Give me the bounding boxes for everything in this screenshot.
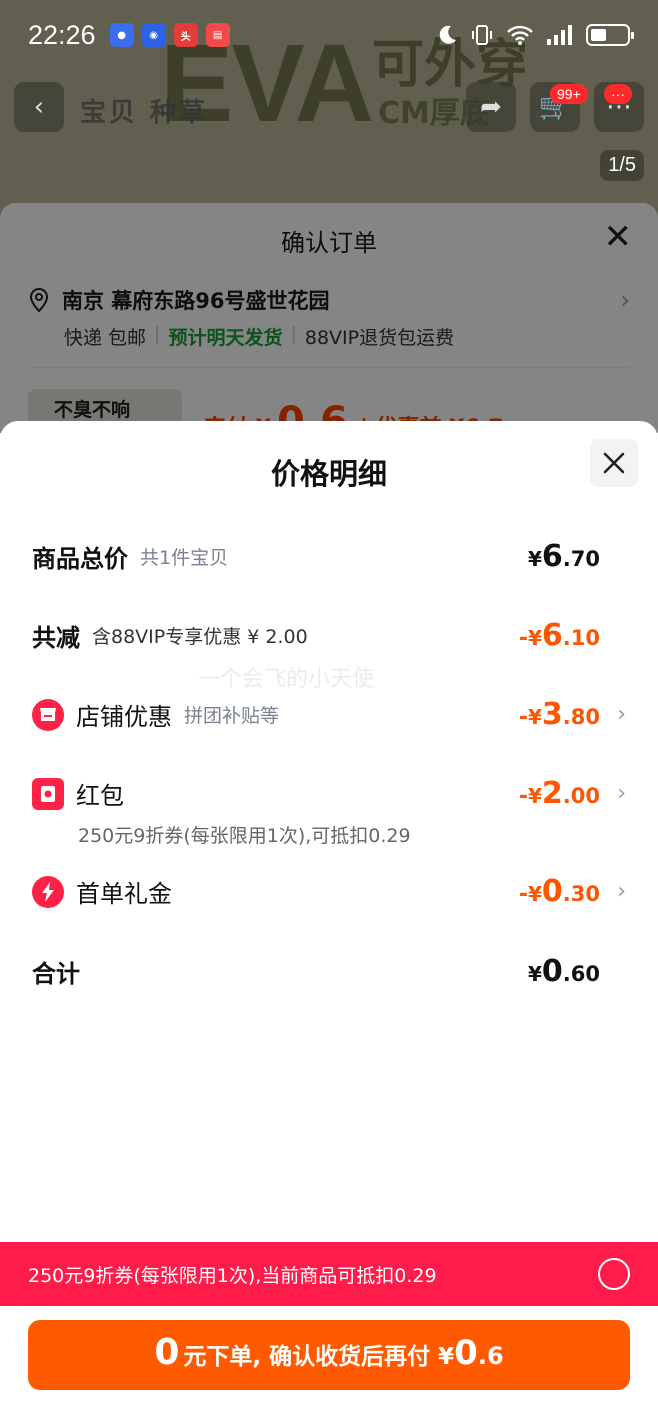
battery-icon <box>586 24 634 46</box>
chevron-left-icon: ‹ <box>33 92 45 122</box>
cta-amount: 0 <box>454 1333 478 1373</box>
image-pager: 1/5 <box>600 150 644 181</box>
chevron-right-icon: › <box>617 702 626 727</box>
vibrate-icon <box>472 25 492 45</box>
cart-badge: 99+ <box>550 84 588 104</box>
close-icon <box>603 452 625 474</box>
status-bar: 22:26 ● ◉ 头 ▤ <box>0 0 658 70</box>
cta-decimal: .6 <box>477 1342 504 1370</box>
signal-icon <box>547 25 572 45</box>
red-packet-note: 250元9折券(每张限用1次),可抵扣0.29 <box>78 825 411 847</box>
coupon-radio[interactable] <box>598 1258 630 1290</box>
total-price-row: 商品总价 共1件宝贝 ¥6.70 <box>32 539 626 574</box>
discount-value: - ¥6.10 <box>518 618 600 653</box>
sum-value: ¥0.60 <box>528 954 600 989</box>
nav-tabs[interactable]: 宝贝 种草 <box>80 92 208 129</box>
shop-discount-value: - ¥3.80 <box>518 697 600 732</box>
first-order-value: - ¥0.30 <box>518 874 600 909</box>
toutiao-icon: 头 <box>173 23 198 47</box>
red-book-icon: ▤ <box>205 23 230 47</box>
clock: 22:26 <box>28 19 96 50</box>
chevron-right-icon: › <box>617 879 626 904</box>
sum-label: 合计 <box>32 960 80 988</box>
discount-total-row: 共减 含88VIP专享优惠 ¥ 2.00 - ¥6.10 <box>32 618 626 653</box>
shop-discount-note: 拼团补贴等 <box>184 705 280 727</box>
red-packet-row[interactable]: 红包 - ¥2.00 › <box>32 776 626 811</box>
red-packet-value: - ¥2.00 <box>518 776 600 811</box>
chevron-right-icon: › <box>617 781 626 806</box>
shop-discount-row[interactable]: 店铺优惠 拼团补贴等 - ¥3.80 › <box>32 697 626 732</box>
lightning-icon <box>32 875 64 908</box>
red-packet-icon <box>32 777 64 810</box>
wifi-icon <box>507 25 533 45</box>
cta-zero: 0 <box>154 1332 180 1373</box>
app-notification-icon: ◉ <box>141 23 166 47</box>
modal-title: 价格明细 <box>270 457 387 491</box>
watermark: 一个会飞的小天使 <box>198 667 375 692</box>
coupon-text: 250元9折券(每张限用1次),当前商品可抵扣0.29 <box>28 1264 437 1287</box>
moon-icon <box>439 25 456 44</box>
submit-order-button[interactable]: 0 元下单, 确认收货后再付 ¥ 0 .6 <box>28 1320 630 1390</box>
share-icon: ➦ <box>480 92 502 122</box>
bottom-bar: 0 元下单, 确认收货后再付 ¥ 0 .6 <box>0 1306 658 1416</box>
vip-discount-note: 含88VIP专享优惠 ¥ 2.00 <box>92 626 308 648</box>
coupon-bar[interactable]: 250元9折券(每张限用1次),当前商品可抵扣0.29 <box>0 1242 658 1306</box>
product-nav: ‹ 宝贝 种草 ➦ 🛒 99+ ⋯ ··· <box>0 80 658 136</box>
shop-icon <box>32 698 64 731</box>
discount-label: 共减 <box>32 624 80 652</box>
dim-overlay <box>0 203 658 433</box>
red-packet-label: 红包 <box>76 782 124 810</box>
sum-row: 合计 ¥0.60 <box>32 954 626 989</box>
first-order-label: 首单礼金 <box>76 880 172 908</box>
total-label: 商品总价 <box>32 545 128 573</box>
first-order-gift-row[interactable]: 首单礼金 - ¥0.30 › <box>32 874 626 909</box>
cta-text: 元下单, 确认收货后再付 ¥ <box>183 1344 455 1370</box>
back-button[interactable]: ‹ <box>14 82 64 132</box>
total-value: ¥6.70 <box>528 539 600 574</box>
message-badge: ··· <box>604 84 632 104</box>
app-notification-icon: ● <box>109 23 134 47</box>
total-count: 共1件宝贝 <box>140 547 229 569</box>
close-button[interactable] <box>590 439 638 487</box>
shop-discount-label: 店铺优惠 <box>76 703 172 731</box>
share-button[interactable]: ➦ <box>466 82 516 132</box>
